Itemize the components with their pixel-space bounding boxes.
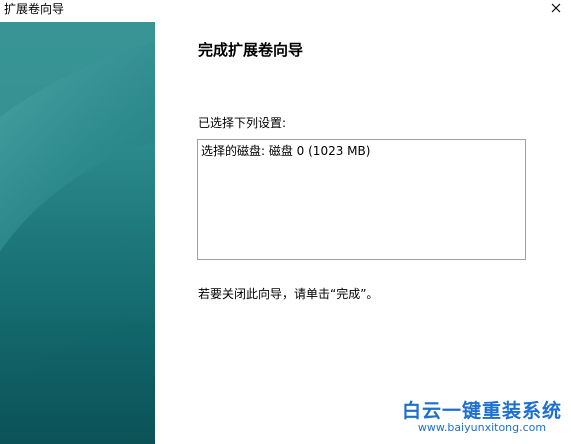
settings-label: 已选择下列设置:	[198, 116, 287, 130]
page-title: 完成扩展卷向导	[198, 41, 304, 59]
settings-list-box[interactable]: 选择的磁盘: 磁盘 0 (1023 MB)	[197, 139, 526, 260]
title-bar: 扩展卷向导	[0, 0, 571, 22]
wizard-content: 完成扩展卷向导 已选择下列设置: 选择的磁盘: 磁盘 0 (1023 MB) 若…	[155, 22, 571, 444]
close-button[interactable]	[541, 0, 571, 16]
watermark-brand: 白云一键重装系统	[401, 400, 562, 422]
wizard-window: 扩展卷向导 完成扩展卷向导 已选择下列设置: 选择的磁盘: 磁盘 0 (1023…	[0, 0, 571, 444]
watermark-url: www.baiyunxitong.com	[417, 421, 547, 434]
close-icon	[551, 3, 561, 13]
wizard-side-banner	[0, 22, 155, 444]
finish-instruction: 若要关闭此向导，请单击“完成”。	[198, 287, 379, 301]
banner-wave-graphic	[0, 22, 155, 402]
settings-line-disk: 选择的磁盘: 磁盘 0 (1023 MB)	[201, 144, 371, 158]
window-title: 扩展卷向导	[4, 2, 65, 16]
site-watermark: 白云一键重装系统 www.baiyunxitong.com	[397, 400, 567, 434]
